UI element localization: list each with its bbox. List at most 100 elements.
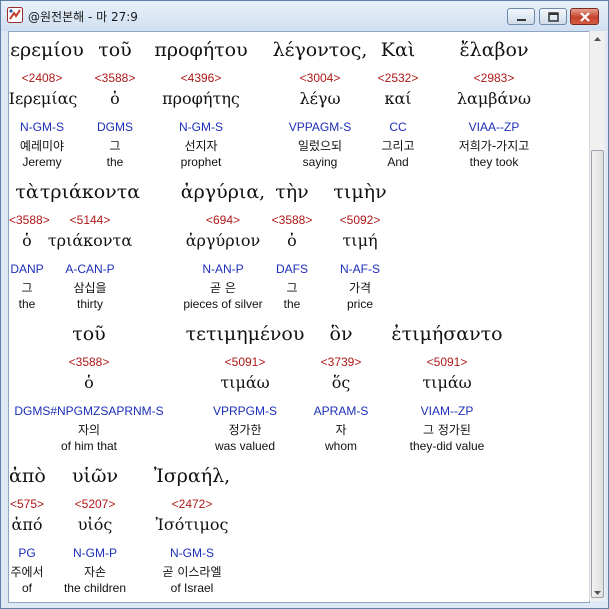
greek-word: ὃν	[329, 323, 353, 345]
lemma-word: τριάκοντα	[47, 231, 133, 250]
parsing-code: N-GM-S	[170, 546, 214, 560]
word-column[interactable]: προφήτου <4396> προφήτης N-GM-S 선지자 prophet	[143, 39, 259, 173]
parsing-code: VPPAGM-S	[288, 120, 352, 134]
strongs-number: <3739>	[320, 355, 362, 369]
english-gloss: the	[283, 297, 301, 311]
strongs-number: <5207>	[74, 497, 116, 511]
strongs-number: <3588>	[271, 213, 313, 227]
minimize-icon	[517, 19, 526, 21]
korean-gloss: 그	[286, 281, 298, 295]
greek-word: ἐτιμήσαντο	[391, 323, 503, 345]
parsing-code: N-AF-S	[340, 262, 380, 276]
strongs-number: <2472>	[171, 497, 213, 511]
word-column[interactable]: ἔλαβον <2983> λαμβάνω VIAA--ZP 저희가-가지고 they t…	[434, 39, 554, 173]
korean-gloss: 일렀으되	[297, 139, 343, 153]
english-gloss: thirty	[76, 297, 103, 311]
word-column[interactable]: υἱῶν <5207> υἱός N-GM-P 자손 the children	[49, 465, 141, 599]
lemma-word: καί	[384, 89, 412, 108]
korean-gloss: 주에서	[10, 565, 44, 579]
lemma-word: ὁ	[84, 373, 94, 392]
parsing-code: VPRPGM-S	[212, 404, 277, 418]
greek-word: τιμὴν	[333, 181, 387, 203]
greek-word: Καὶ	[380, 39, 416, 61]
korean-gloss: 그 정가된	[423, 423, 471, 437]
lemma-word: ὅς	[331, 373, 351, 392]
greek-word: υἱῶν	[71, 465, 119, 487]
parsing-code: DGMS	[97, 120, 133, 134]
english-gloss: price	[346, 297, 373, 311]
window-title: @원전본해 - 마 27:9	[28, 10, 138, 24]
lemma-word: τιμάω	[220, 373, 270, 392]
parsing-code: APRAM-S	[313, 404, 369, 418]
scroll-down-icon[interactable]	[590, 584, 605, 601]
word-column[interactable]: τὴν <3588> ὁ DAFS 그 the	[260, 181, 324, 315]
lemma-word: ἀπό	[11, 515, 43, 534]
english-gloss: prophet	[180, 155, 222, 169]
word-column[interactable]: ἐτιμήσαντο <5091> τιμάω VIAM--ZP 그 정가된 they-d…	[385, 323, 509, 457]
greek-word: ἀπὸ	[9, 465, 46, 487]
english-gloss: they-did value	[409, 439, 485, 453]
english-gloss: whom	[324, 439, 357, 453]
scrollbar-thumb[interactable]	[591, 150, 604, 598]
korean-gloss: 그리고	[381, 139, 415, 153]
korean-gloss: 자	[335, 423, 347, 437]
lemma-word: τιμή	[342, 231, 378, 250]
strongs-number: <3588>	[68, 355, 110, 369]
title-bar[interactable]: @원전본해 - 마 27:9	[1, 1, 608, 31]
strongs-number: <5092>	[339, 213, 381, 227]
vertical-scrollbar[interactable]	[589, 31, 605, 601]
korean-gloss: 자의	[77, 423, 101, 437]
english-gloss: And	[387, 155, 409, 169]
strongs-number: <3588>	[94, 71, 136, 85]
strongs-number: <5144>	[69, 213, 111, 227]
word-column[interactable]: Καὶ <2532> καί CC 그리고 And	[362, 39, 434, 173]
word-column[interactable]: ἀπὸ <575> ἀπό PG 주에서 of	[9, 465, 46, 599]
strongs-number: <2532>	[377, 71, 419, 85]
english-gloss: of Israel	[170, 581, 214, 595]
strongs-number: <5091>	[426, 355, 468, 369]
parsing-code: VIAA--ZP	[468, 120, 520, 134]
word-column[interactable]: τοῦ <3588> ὁ DGMS 그 the	[79, 39, 151, 173]
korean-gloss: 저희가-가지고	[458, 139, 530, 153]
greek-word: τοῦ	[72, 323, 106, 345]
strongs-number: <2983>	[473, 71, 515, 85]
english-gloss: of him that	[60, 439, 118, 453]
minimize-button[interactable]	[507, 8, 535, 25]
close-button[interactable]	[570, 8, 599, 25]
lemma-word: Ἰσότιμος	[155, 515, 229, 534]
greek-word: τριάκοντα	[39, 181, 141, 203]
word-column[interactable]: τριάκοντα <5144> τριάκοντα A-CAN-P 삼십을 thirty	[30, 181, 150, 315]
word-column[interactable]: Ἰσραήλ, <2472> Ἰσότιμος N-GM-S 곧 이스라엘 of Isra…	[134, 465, 250, 599]
word-column[interactable]: τιμὴν <5092> τιμή N-AF-S 가격 price	[324, 181, 396, 315]
korean-gloss: 그	[109, 139, 121, 153]
english-gloss: was valued	[214, 439, 276, 453]
parsing-code: DAFS	[275, 262, 308, 276]
interlinear-pane: Ἰερεμίου <2408> Ἰερεμίας N-GM-S 예레미야 Jeremy το…	[8, 31, 590, 603]
strongs-number: <3004>	[299, 71, 341, 85]
maximize-icon	[548, 12, 559, 22]
app-window: @원전본해 - 마 27:9 Ἰερεμίου <2408> Ἰερεμίας N-G…	[0, 0, 609, 609]
korean-gloss: 곧 이스라엘	[162, 565, 222, 579]
korean-gloss: 선지자	[184, 139, 218, 153]
scroll-up-icon[interactable]	[590, 31, 605, 48]
maximize-button[interactable]	[539, 8, 567, 25]
english-gloss: saying	[302, 155, 338, 169]
word-column[interactable]: λέγοντος, <3004> λέγω VPPAGM-S 일렀으되 saying	[270, 39, 370, 173]
parsing-code: N-GM-P	[73, 546, 117, 560]
english-gloss: the	[106, 155, 124, 169]
word-column[interactable]: ὃν <3739> ὅς APRAM-S 자 whom	[295, 323, 387, 457]
korean-gloss: 정가한	[228, 423, 262, 437]
word-column[interactable]: τετιμημένου <5091> τιμάω VPRPGM-S 정가한 was val…	[175, 323, 315, 457]
english-gloss: of	[21, 581, 32, 595]
lemma-word: ὁ	[287, 231, 297, 250]
korean-gloss: 삼십을	[73, 281, 107, 295]
lemma-word: προφήτης	[162, 89, 240, 108]
greek-word: τετιμημένου	[185, 323, 305, 345]
word-column[interactable]: τοῦ <3588> ὁ DGMS#NPGMZSAPRNM-S 자의 of him tha…	[9, 323, 169, 457]
greek-word: Ἰσραήλ,	[153, 465, 231, 487]
parsing-code: A-CAN-P	[65, 262, 115, 276]
parsing-code: CC	[389, 120, 407, 134]
app-logo-icon	[7, 7, 23, 23]
strongs-number: <575>	[9, 497, 45, 511]
korean-gloss: 자손	[83, 565, 107, 579]
